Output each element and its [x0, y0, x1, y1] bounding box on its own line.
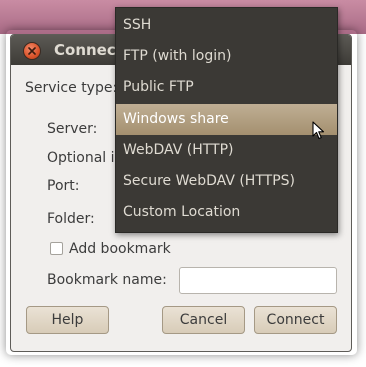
menu-item-public-ftp[interactable]: Public FTP [116, 72, 337, 103]
menu-item-webdav-http[interactable]: WebDAV (HTTP) [116, 135, 337, 166]
port-label: Port: [47, 178, 80, 194]
mouse-pointer-icon [312, 121, 325, 140]
close-icon [28, 47, 36, 55]
help-button[interactable]: Help [26, 306, 109, 334]
optional-information-label: Optional in [47, 150, 124, 166]
cancel-button[interactable]: Cancel [162, 306, 245, 334]
service-type-label: Service type: [25, 80, 118, 96]
menu-item-secure-webdav-https[interactable]: Secure WebDAV (HTTPS) [116, 166, 337, 197]
bookmark-name-input[interactable] [179, 267, 337, 294]
server-label: Server: [47, 121, 98, 137]
connect-button[interactable]: Connect [254, 306, 337, 334]
add-bookmark-checkbox[interactable] [50, 242, 63, 255]
menu-item-custom-location[interactable]: Custom Location [116, 197, 337, 228]
service-type-dropdown-menu: SSH FTP (with login) Public FTP Windows … [115, 7, 338, 233]
bookmark-name-label: Bookmark name: [47, 272, 167, 288]
window-title: Connect [54, 41, 123, 59]
menu-item-ftp-with-login[interactable]: FTP (with login) [116, 41, 337, 72]
add-bookmark-label: Add bookmark [69, 241, 171, 257]
menu-item-ssh[interactable]: SSH [116, 10, 337, 41]
folder-label: Folder: [47, 211, 95, 227]
menu-item-windows-share[interactable]: Windows share [116, 104, 337, 135]
close-button[interactable] [23, 42, 41, 60]
